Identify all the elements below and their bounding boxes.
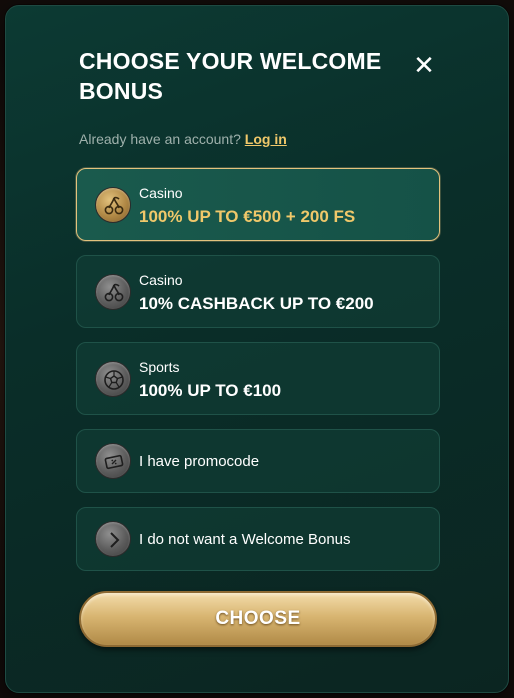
bonus-option-sports[interactable]: Sports 100% UP TO €100: [76, 342, 440, 415]
option-category: Sports: [139, 359, 180, 375]
option-category: Casino: [139, 185, 183, 201]
modal-title: CHOOSE YOUR WELCOME BONUS: [79, 48, 382, 104]
account-prompt: Already have an account? Log in: [79, 131, 287, 147]
bonus-option-casino-deposit[interactable]: Casino 100% UP TO €500 + 200 FS: [76, 168, 440, 241]
close-icon[interactable]: ✕: [411, 52, 437, 78]
cherry-icon: [95, 274, 131, 310]
chevron-right-icon: [95, 521, 131, 557]
bonus-option-casino-cashback[interactable]: Casino 10% CASHBACK UP TO €200: [76, 255, 440, 328]
welcome-bonus-modal: CHOOSE YOUR WELCOME BONUS ✕ Already have…: [5, 5, 509, 693]
option-label: I have promocode: [139, 453, 260, 470]
option-label: I do not want a Welcome Bonus: [139, 531, 351, 548]
bonus-option-promocode[interactable]: I have promocode: [76, 429, 440, 493]
soccer-ball-icon: [95, 361, 131, 397]
option-offer: 100% UP TO €100: [139, 381, 282, 400]
ticket-percent-icon: [95, 443, 131, 479]
option-offer: 10% CASHBACK UP TO €200: [139, 294, 374, 313]
bonus-option-none[interactable]: I do not want a Welcome Bonus: [76, 507, 440, 571]
choose-button[interactable]: CHOOSE: [79, 591, 437, 647]
login-link[interactable]: Log in: [245, 131, 287, 147]
account-prompt-text: Already have an account?: [79, 131, 241, 147]
cherry-icon: [95, 187, 131, 223]
option-category: Casino: [139, 272, 183, 288]
option-offer: 100% UP TO €500 + 200 FS: [139, 207, 356, 226]
